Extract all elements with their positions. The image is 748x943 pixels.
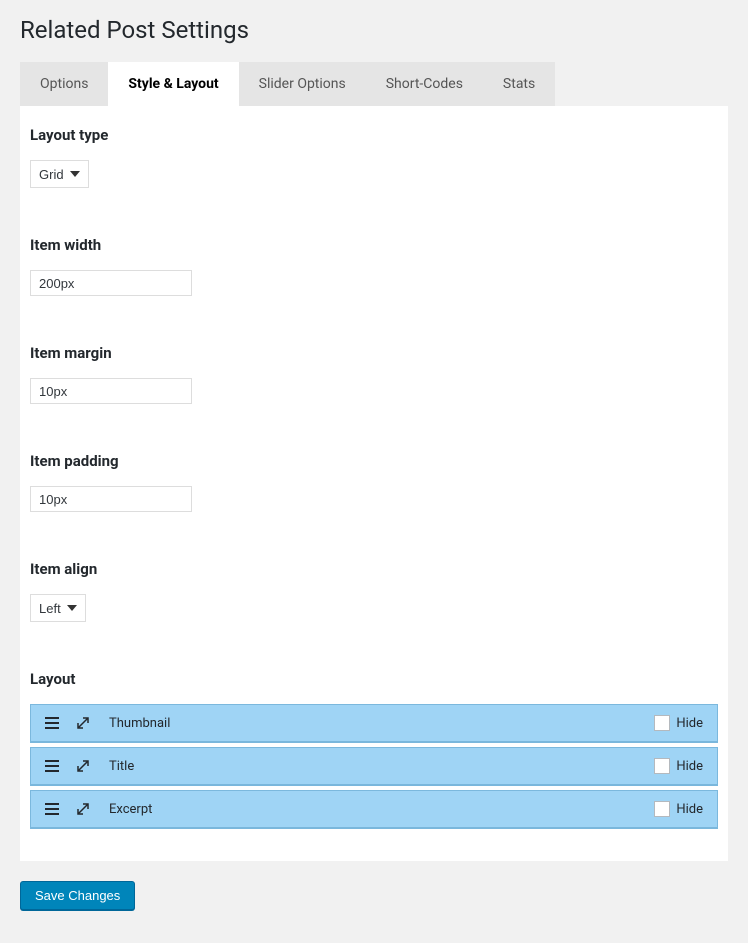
field-item-width: Item width [30, 236, 718, 296]
hide-label: Hide [676, 759, 703, 774]
tab-style-layout[interactable]: Style & Layout [108, 62, 238, 106]
layout-item-label: Title [109, 759, 654, 774]
item-align-label: Item align [30, 560, 718, 578]
layout-item: Thumbnail Hide [30, 704, 718, 743]
page-title: Related Post Settings [20, 10, 728, 62]
expand-icon[interactable] [77, 717, 91, 729]
item-margin-label: Item margin [30, 344, 718, 362]
item-width-input[interactable] [30, 270, 192, 296]
tabs-bar: Options Style & Layout Slider Options Sh… [20, 62, 728, 106]
field-item-margin: Item margin [30, 344, 718, 404]
field-layout-type: Layout type Grid [30, 126, 718, 188]
hide-checkbox[interactable] [654, 758, 670, 774]
field-layout: Layout Thumbnail Hide T [30, 670, 718, 829]
drag-handle-icon[interactable] [45, 803, 59, 815]
layout-items-list: Thumbnail Hide Title Hide [30, 704, 718, 829]
layout-type-select[interactable]: Grid [30, 160, 89, 188]
hide-label: Hide [676, 716, 703, 731]
field-item-padding: Item padding [30, 452, 718, 512]
save-button[interactable]: Save Changes [20, 881, 135, 910]
layout-type-label: Layout type [30, 126, 718, 144]
item-margin-input[interactable] [30, 378, 192, 404]
field-item-align: Item align Left [30, 560, 718, 622]
hide-label: Hide [676, 802, 703, 817]
drag-handle-icon[interactable] [45, 760, 59, 772]
hide-checkbox[interactable] [654, 801, 670, 817]
item-padding-label: Item padding [30, 452, 718, 470]
expand-icon[interactable] [77, 803, 91, 815]
settings-panel: Layout type Grid Item width Item margin … [20, 106, 728, 861]
item-padding-input[interactable] [30, 486, 192, 512]
tab-stats[interactable]: Stats [483, 62, 555, 106]
tab-short-codes[interactable]: Short-Codes [366, 62, 483, 106]
layout-label: Layout [30, 670, 718, 688]
tab-options[interactable]: Options [20, 62, 108, 106]
layout-item-label: Excerpt [109, 802, 654, 817]
layout-item: Excerpt Hide [30, 790, 718, 829]
layout-item-label: Thumbnail [109, 716, 654, 731]
tab-slider-options[interactable]: Slider Options [239, 62, 366, 106]
layout-item: Title Hide [30, 747, 718, 786]
item-align-select[interactable]: Left [30, 594, 86, 622]
drag-handle-icon[interactable] [45, 717, 59, 729]
expand-icon[interactable] [77, 760, 91, 772]
hide-checkbox[interactable] [654, 715, 670, 731]
item-width-label: Item width [30, 236, 718, 254]
